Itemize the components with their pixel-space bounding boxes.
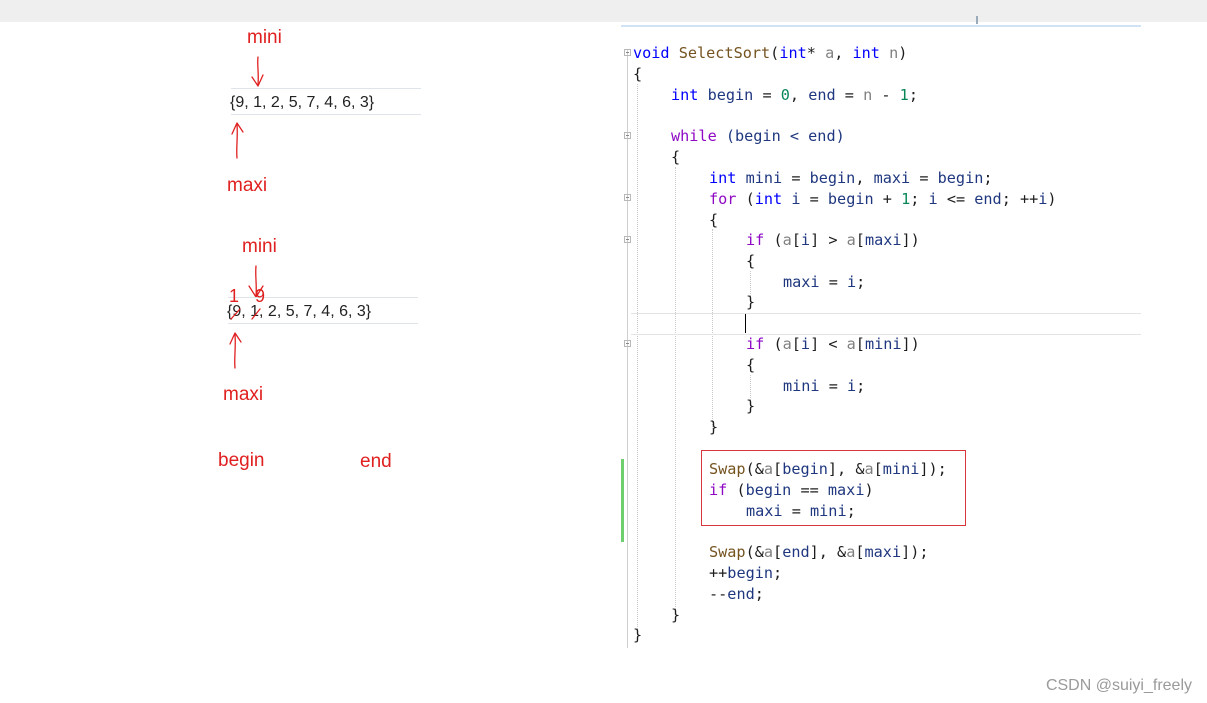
fold-toggle-icon[interactable] (624, 340, 631, 347)
strike-marks (230, 308, 261, 320)
code-line[interactable]: Swap(&a[end], &a[maxi]); (709, 542, 929, 563)
maxi-label-2: maxi (223, 384, 264, 405)
fold-toggle-icon[interactable] (624, 132, 631, 139)
code-line[interactable]: { (709, 210, 718, 231)
fold-toggle-icon[interactable] (624, 194, 631, 201)
indent-guide (675, 167, 676, 617)
code-line[interactable]: ++begin; (709, 563, 782, 584)
outline-line (627, 50, 628, 648)
code-line[interactable]: } (671, 605, 680, 626)
end-label: end (360, 451, 392, 472)
code-line[interactable]: --end; (709, 584, 764, 605)
code-line[interactable]: maxi = i; (783, 272, 865, 293)
code-line[interactable]: if (a[i] < a[mini]) (746, 334, 920, 355)
watermark: CSDN @suiyi_freely (1045, 677, 1192, 694)
code-line[interactable]: } (633, 625, 642, 646)
code-line[interactable]: } (746, 396, 755, 417)
editor-top-marker (976, 16, 978, 24)
fold-toggle-icon[interactable] (624, 49, 631, 56)
code-line[interactable]: while (begin < end) (671, 126, 845, 147)
divider (231, 88, 421, 89)
fold-toggle-icon[interactable] (624, 236, 631, 243)
code-line[interactable]: maxi = mini; (746, 501, 856, 522)
code-line[interactable]: { (746, 355, 755, 376)
code-line[interactable]: { (746, 251, 755, 272)
code-line[interactable]: { (633, 64, 642, 85)
down-arrow-icon (251, 56, 264, 87)
indent-guide (637, 84, 638, 637)
code-line[interactable]: } (746, 292, 755, 313)
code-line[interactable]: int mini = begin, maxi = begin; (709, 168, 993, 189)
editor-top-border (621, 25, 1141, 27)
code-line[interactable]: if (begin == maxi) (709, 480, 874, 501)
up-arrow-icon (229, 332, 242, 369)
code-editor[interactable]: void SelectSort(int* a, int n) { int beg… (621, 16, 1141, 652)
code-line[interactable]: for (int i = begin + 1; i <= end; ++i) (709, 189, 1057, 210)
code-line[interactable]: } (709, 417, 718, 438)
up-arrow-icon (231, 122, 244, 159)
mini-label-1: mini (247, 27, 282, 48)
code-line[interactable]: Swap(&a[begin], &a[mini]); (709, 459, 947, 480)
code-line[interactable]: { (671, 147, 680, 168)
code-line[interactable]: int begin = 0, end = n - 1; (671, 85, 918, 106)
text-caret (745, 314, 746, 333)
change-indicator (621, 459, 624, 542)
code-line[interactable]: mini = i; (783, 376, 865, 397)
begin-label: begin (218, 450, 265, 471)
array-text-1: {9, 1, 2, 5, 7, 4, 6, 3} (230, 94, 375, 111)
mini-label-2: mini (242, 236, 277, 257)
divider (228, 323, 418, 324)
top-bar (0, 0, 1207, 22)
code-line[interactable]: void SelectSort(int* a, int n) (633, 43, 907, 64)
maxi-label-1: maxi (227, 175, 268, 196)
code-line[interactable]: if (a[i] > a[maxi]) (746, 230, 920, 251)
current-line-highlight (631, 313, 1141, 335)
divider (231, 114, 421, 115)
